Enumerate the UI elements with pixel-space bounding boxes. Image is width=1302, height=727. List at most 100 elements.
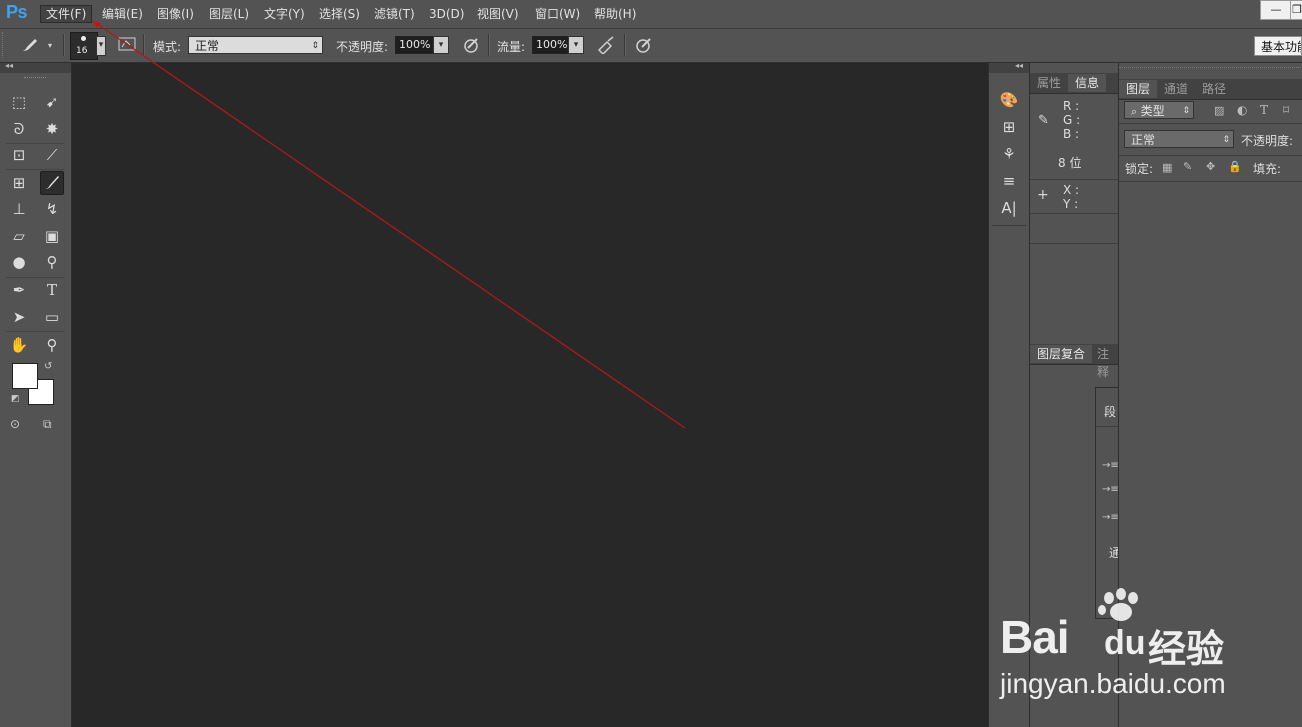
menu-edit[interactable]: 编辑(E) [97, 6, 148, 22]
adjust-sliders-icon[interactable]: ≡ [998, 170, 1020, 192]
flow-label: 流量: [497, 40, 526, 54]
blend-mode-select[interactable]: 正常 ⇕ [1124, 130, 1234, 148]
tab-info[interactable]: 信息 [1068, 74, 1107, 92]
restore-button[interactable]: ❐ [1290, 0, 1302, 20]
type-icon[interactable]: T [41, 279, 63, 301]
layers-grip[interactable] [1119, 67, 1302, 76]
tab-paths[interactable]: 路径 [1195, 80, 1233, 98]
zoom-icon[interactable]: ⚲ [41, 334, 63, 356]
workspace-switcher[interactable]: 基本功能 [1254, 36, 1302, 56]
lasso-icon[interactable]: ᘐ [8, 118, 30, 140]
rectangle-icon[interactable]: ▭ [41, 306, 63, 328]
eyedropper-readout-icon: ✎ [1038, 113, 1049, 128]
lock-position-icon[interactable]: ✥ [1206, 160, 1215, 173]
brush-panel-toggle-icon[interactable] [117, 36, 137, 56]
menu-layer[interactable]: 图层(L) [204, 6, 254, 22]
flow-input[interactable]: 100% [532, 36, 568, 54]
gradient-icon[interactable]: ▣ [41, 225, 63, 247]
opacity-input[interactable]: 100% [395, 36, 433, 54]
crop-icon[interactable]: ⊡ [8, 144, 30, 166]
history-brush-icon[interactable]: ↯ [41, 198, 63, 220]
menu-image[interactable]: 图像(I) [152, 6, 199, 22]
brush-preset-dropdown-icon[interactable]: ▾ [44, 37, 56, 55]
tools-panel: ◂◂ ⬚ ➹ ᘐ ✸ ⊡ ⟋ ⊞ ⊥ ↯ ▱ ▣ ● ⚲ ✒ T ➤ ▭ ✋ ⚲… [0, 61, 72, 727]
options-bar: ▾ 16 ▾ 模式: 正常 ⇕ 不透明度: 100% ▾ 流量: 100% ▾ 基… [0, 29, 1302, 63]
hand-icon[interactable]: ✋ [8, 334, 30, 356]
brush-size-picker[interactable]: 16 [70, 32, 98, 60]
minimize-button[interactable]: — [1260, 0, 1292, 20]
info-b: B : [1063, 127, 1080, 141]
photoshop-logo: Ps [6, 2, 28, 22]
eyedropper-icon[interactable]: ⟋ [41, 144, 63, 166]
tab-layers[interactable]: 图层 [1119, 80, 1158, 98]
options-grip[interactable] [2, 32, 9, 58]
brush-icon[interactable] [40, 171, 64, 195]
magic-wand-icon[interactable]: ✸ [41, 118, 63, 140]
marquee-icon[interactable]: ⬚ [8, 91, 30, 113]
info-tabstrip: 属性 信息 [1030, 73, 1118, 94]
character-icon[interactable]: A| [998, 197, 1020, 219]
document-area[interactable] [72, 63, 987, 727]
brush-size-dropdown[interactable]: ▾ [96, 36, 106, 56]
swatches-grid-icon[interactable]: ⊞ [998, 116, 1020, 138]
tab-layer-comps[interactable]: 图层复合 [1030, 345, 1093, 363]
blend-mode-value: 正常 [1131, 133, 1156, 147]
mode-select[interactable]: 正常 ⇕ [188, 36, 323, 54]
lock-transparent-icon[interactable]: ▦ [1162, 161, 1172, 174]
filter-type-icon[interactable]: T [1260, 103, 1268, 117]
pressure-size-icon[interactable] [633, 36, 655, 58]
lock-all-icon[interactable]: 🔒 [1228, 160, 1242, 173]
filter-adjustment-icon[interactable]: ◐ [1237, 103, 1247, 117]
filter-shape-icon[interactable]: ⌑ [1283, 103, 1289, 117]
info-g: G : [1063, 113, 1081, 127]
tab-notes[interactable]: 注释 [1090, 345, 1118, 379]
tab-paragraph[interactable]: 段 [1104, 403, 1116, 420]
opacity-dropdown[interactable]: ▾ [433, 36, 449, 54]
blur-icon[interactable]: ● [8, 251, 30, 273]
menu-filter[interactable]: 滤镜(T) [369, 6, 420, 22]
move-icon[interactable]: ➹ [41, 91, 63, 113]
brushes-icon[interactable]: ⚘ [998, 143, 1020, 165]
indent-left-icon[interactable]: →≡ [1102, 460, 1119, 471]
baidu-jingyan-watermark: Bai du 经验 jingyan.baidu.com [1000, 588, 1240, 699]
indent-first-icon[interactable]: →≡ [1102, 484, 1119, 495]
layer-filter-select[interactable]: ⌕ 类型 ⇕ [1124, 101, 1194, 119]
menu-3d[interactable]: 3D(D) [424, 6, 469, 22]
airbrush-icon[interactable] [595, 36, 617, 58]
menu-type[interactable]: 文字(Y) [259, 6, 310, 22]
opacity-label: 不透明度: [336, 40, 389, 54]
menu-help[interactable]: 帮助(H) [589, 6, 641, 22]
dock-header[interactable]: ◂◂ [989, 61, 1029, 73]
space-before-icon[interactable]: →≡ [1102, 512, 1119, 523]
menu-select[interactable]: 选择(S) [314, 6, 365, 22]
flow-dropdown[interactable]: ▾ [568, 36, 584, 54]
path-select-icon[interactable]: ➤ [8, 306, 30, 328]
quick-mask-icon[interactable]: ⊙ [10, 417, 20, 431]
info-bits: 8 位 [1058, 156, 1082, 170]
menu-bar: Ps 文件(F) 编辑(E) 图像(I) 图层(L) 文字(Y) 选择(S) 滤… [0, 0, 1302, 29]
pressure-opacity-icon[interactable] [461, 36, 483, 58]
lock-pixels-icon[interactable]: ✎ [1183, 160, 1192, 173]
menu-view[interactable]: 视图(V) [472, 6, 524, 22]
tools-panel-header[interactable]: ◂◂ [0, 61, 71, 73]
swap-colors-icon[interactable]: ↺ [44, 361, 52, 372]
default-colors-icon[interactable]: ◩ [11, 394, 20, 404]
healing-icon[interactable]: ⊞ [8, 172, 30, 194]
tab-channels[interactable]: 通道 [1157, 80, 1195, 98]
tools-grip[interactable] [24, 77, 46, 81]
foreground-color-top[interactable] [12, 363, 38, 389]
collapse-icon[interactable]: ◂◂ [5, 61, 13, 70]
crosshair-icon: + [1037, 187, 1049, 203]
eraser-icon[interactable]: ▱ [8, 225, 30, 247]
stamp-icon[interactable]: ⊥ [8, 198, 30, 220]
menu-file[interactable]: 文件(F) [40, 5, 93, 23]
tab-properties[interactable]: 属性 [1030, 74, 1068, 92]
dodge-icon[interactable]: ⚲ [41, 251, 63, 273]
pen-icon[interactable]: ✒ [8, 279, 30, 301]
menu-window[interactable]: 窗口(W) [530, 6, 585, 22]
color-palette-icon[interactable]: 🎨 [998, 89, 1020, 111]
filter-image-icon[interactable]: ▨ [1214, 104, 1224, 117]
expand-icon[interactable]: ◂◂ [1015, 61, 1023, 70]
brush-preset-icon[interactable] [18, 36, 42, 58]
screen-mode-icon[interactable]: ⧉ [43, 417, 52, 432]
